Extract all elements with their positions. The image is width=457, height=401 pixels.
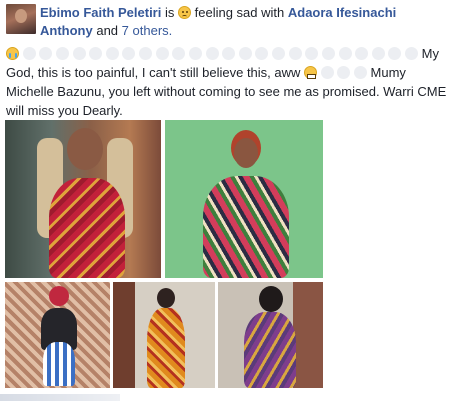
post-text: My God, this is too painful, I can't sti…	[6, 44, 453, 120]
blank-emoji-icon	[371, 47, 385, 60]
author-avatar[interactable]	[6, 4, 36, 34]
and-text: and	[96, 23, 119, 38]
blank-emoji-icon	[321, 47, 335, 60]
person-figure	[244, 286, 296, 388]
blank-emoji-icon	[122, 47, 136, 60]
blank-emoji-icon	[205, 47, 219, 60]
blank-emoji-icon	[272, 47, 285, 60]
blank-emoji-icon	[238, 47, 252, 60]
photo-1[interactable]	[5, 120, 161, 278]
blank-emoji-icon	[353, 66, 367, 79]
blank-emoji-icon	[355, 47, 369, 60]
person-figure	[37, 128, 137, 278]
photo-2[interactable]	[165, 120, 323, 278]
sad-face-icon	[178, 6, 191, 19]
blank-emoji-icon	[222, 47, 236, 60]
blank-emoji-icon	[305, 47, 319, 60]
blank-emoji-icon	[388, 47, 402, 60]
blank-emoji-icon	[172, 47, 186, 60]
blank-emoji-icon	[405, 47, 418, 60]
blank-emoji-icon	[255, 47, 269, 60]
post-header: Ebimo Faith Peletiri is feeling sad with…	[6, 4, 451, 40]
author-name-link[interactable]: Ebimo Faith Peletiri	[40, 5, 161, 20]
feeling-text: feeling sad with	[194, 5, 285, 20]
grimacing-face-icon	[304, 66, 318, 79]
crying-face-icon	[6, 47, 19, 60]
blank-emoji-icon	[39, 47, 53, 60]
blank-emoji-icon	[337, 66, 351, 79]
blank-emoji-icon	[22, 47, 36, 60]
photo-4[interactable]	[113, 282, 215, 388]
photo-3[interactable]	[5, 282, 110, 388]
cutoff-strip	[0, 394, 120, 401]
blank-emoji-icon	[105, 47, 119, 60]
photo-5[interactable]	[218, 282, 323, 388]
blank-emoji-icon	[55, 47, 69, 60]
blank-emoji-icon	[320, 66, 334, 79]
person-figure	[145, 288, 185, 388]
post-header-text: Ebimo Faith Peletiri is feeling sad with…	[40, 4, 450, 40]
blank-emoji-icon	[338, 47, 352, 60]
person-figure	[197, 130, 293, 278]
blank-emoji-icon	[72, 47, 86, 60]
person-figure	[39, 286, 79, 386]
photo-grid	[5, 120, 323, 388]
blank-emoji-icon	[139, 47, 152, 60]
blank-emoji-icon	[155, 47, 169, 60]
is-text: is	[164, 5, 175, 20]
blank-emoji-icon	[288, 47, 302, 60]
blank-emoji-icon	[89, 47, 103, 60]
others-link[interactable]: 7 others.	[122, 23, 173, 38]
blank-emoji-icon	[188, 47, 202, 60]
